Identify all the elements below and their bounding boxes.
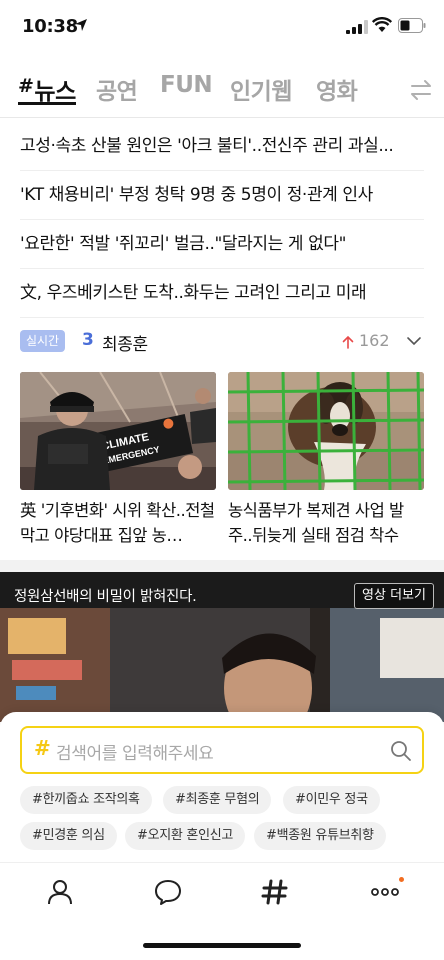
realtime-count: 162 [359, 331, 390, 350]
swap-arrows-icon[interactable] [408, 78, 434, 102]
search-input[interactable]: # 검색어를 입력해주세요 [20, 726, 424, 774]
battery-icon [398, 18, 426, 33]
realtime-badge: 실시간 [20, 330, 65, 352]
news-card[interactable]: CLIMATE EMERGENCY 英 '기후변화' 시위 확산..전철 막고 … [20, 372, 216, 548]
realtime-keyword: 최종훈 [102, 335, 148, 355]
home-indicator[interactable] [143, 943, 301, 948]
tab-fun[interactable]: FUN [160, 72, 213, 98]
wifi-icon [372, 17, 392, 32]
hash-icon[interactable] [260, 877, 290, 907]
card-caption: 英 '기후변화' 시위 확산..전철 막고 야당대표 집앞 농… [20, 501, 215, 545]
tag-chip[interactable]: #오지환 혼인신고 [125, 822, 246, 850]
headline-item[interactable]: 文, 우즈베키스탄 도착..화두는 고려인 그리고 미래 [20, 269, 424, 318]
tab-hash-mark: # [18, 75, 34, 97]
location-arrow-icon [75, 19, 87, 31]
video-title: 정원삼선배의 비밀이 밝혀진다. [14, 589, 197, 605]
tag-chip[interactable]: #민경훈 의심 [20, 822, 117, 850]
chat-bubble-icon[interactable] [153, 877, 183, 907]
dog-behind-fence-photo [228, 372, 424, 490]
headline-item[interactable]: 고성·속초 산불 원인은 '아크 불티'..전신주 관리 과실... [20, 122, 424, 171]
search-hash-icon: # [34, 736, 51, 760]
more-videos-button[interactable]: 영상 더보기 [354, 583, 434, 609]
tag-chip[interactable]: #이민우 정국 [283, 786, 380, 814]
bottom-navigation [0, 862, 444, 960]
video-thumbnail [0, 608, 444, 722]
section-gap [0, 560, 444, 572]
tab-popular-web[interactable]: 인기웹 [230, 72, 292, 106]
tab-performance[interactable]: 공연 [96, 72, 138, 106]
status-time: 10:38 [22, 16, 78, 37]
tag-chip[interactable]: #한끼줍쇼 조작의혹 [20, 786, 152, 814]
headline-list: 고성·속초 산불 원인은 '아크 불티'..전신주 관리 과실... 'KT 채… [20, 122, 424, 318]
tab-news[interactable]: #뉴스 [18, 72, 76, 106]
active-tab-underline [18, 102, 76, 105]
tab-divider [0, 117, 444, 118]
more-dots-icon[interactable] [370, 877, 400, 907]
card-image-dog [228, 372, 424, 490]
headline-item[interactable]: '요란한' 적발 '쥐꼬리' 벌금.."달라지는 게 없다" [20, 220, 424, 269]
realtime-ranking-row[interactable]: 실시간 3 최종훈 162 [20, 326, 424, 358]
card-caption: 농식품부가 복제견 사업 발주..뒤늦게 실태 점검 착수 [228, 501, 404, 545]
status-bar: 10:38 [0, 0, 444, 56]
category-tab-bar: #뉴스 공연 FUN 인기웹 영화 [18, 66, 444, 114]
person-icon[interactable] [45, 877, 75, 907]
headline-item[interactable]: 'KT 채용비리' 부정 청탁 9명 중 5명이 정·관계 인사 [20, 171, 424, 220]
search-placeholder: 검색어를 입력해주세요 [56, 744, 214, 764]
cellular-signal-icon [346, 20, 368, 34]
card-image-climate-protest: CLIMATE EMERGENCY [20, 372, 216, 490]
search-icon[interactable] [390, 740, 412, 762]
realtime-rank-number: 3 [82, 330, 94, 350]
tag-chip[interactable]: #최종훈 무혐의 [163, 786, 272, 814]
climate-protest-photo: CLIMATE EMERGENCY [20, 372, 216, 490]
video-player[interactable]: 정원삼선배의 비밀이 밝혀진다. 영상 더보기 [0, 572, 444, 722]
notification-dot [399, 877, 404, 882]
chevron-down-icon[interactable] [406, 335, 422, 347]
tag-chip[interactable]: #백종원 유튜브취향 [254, 822, 386, 850]
news-card[interactable]: 농식품부가 복제견 사업 발주..뒤늦게 실태 점검 착수 [228, 372, 424, 548]
search-sheet: # 검색어를 입력해주세요 #한끼줍쇼 조작의혹 #최종훈 무혐의 #이민우 정… [0, 712, 444, 862]
rank-up-arrow-icon [342, 335, 354, 349]
tab-movie[interactable]: 영화 [316, 72, 358, 106]
